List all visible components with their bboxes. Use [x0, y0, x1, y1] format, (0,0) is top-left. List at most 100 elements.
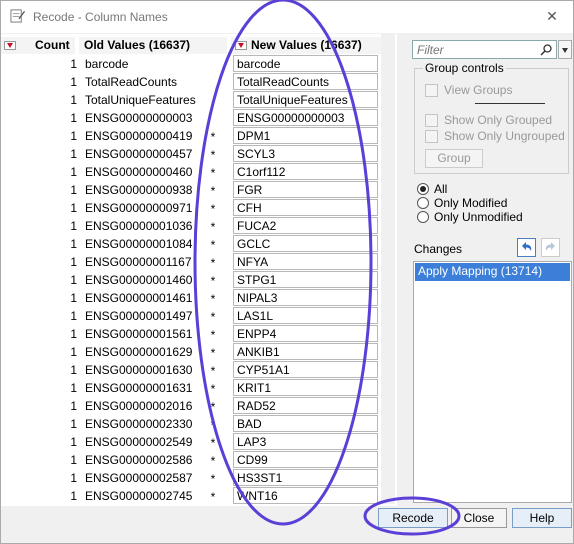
row-new-value-input[interactable]: LAP3 [233, 433, 378, 450]
close-button[interactable]: Close [451, 508, 507, 528]
show-only-grouped-checkbox[interactable]: Show Only Grouped [425, 113, 565, 129]
filter-input[interactable] [413, 41, 533, 58]
table-row[interactable]: 1 ENSG00000001167 * NFYA [1, 253, 381, 271]
row-count: 1 [70, 255, 77, 269]
recode-dialog: Recode - Column Names ✕ Count Old Values… [0, 0, 574, 544]
row-modified-marker: * [210, 346, 216, 360]
table-row[interactable]: 1 ENSG00000001036 * FUCA2 [1, 217, 381, 235]
radio-dot[interactable] [417, 197, 429, 209]
radio-all[interactable]: All [417, 182, 567, 197]
recode-app-icon [10, 9, 25, 23]
table-row[interactable]: 1 ENSG00000000971 * CFH [1, 199, 381, 217]
row-new-value-input[interactable]: TotalReadCounts [233, 73, 378, 90]
row-count: 1 [70, 417, 77, 431]
table-row[interactable]: 1 ENSG00000000003 ENSG00000000003 [1, 109, 381, 127]
table-row[interactable]: 1 TotalUniqueFeatures TotalUniqueFeatures [1, 91, 381, 109]
close-window-button[interactable]: ✕ [543, 7, 561, 25]
row-new-value-input[interactable]: FUCA2 [233, 217, 378, 234]
row-new-value-input[interactable]: HS3ST1 [233, 469, 378, 486]
checkbox-box[interactable] [425, 84, 438, 97]
table-row[interactable]: 1 ENSG00000001497 * LAS1L [1, 307, 381, 325]
table-row[interactable]: 1 ENSG00000002586 * CD99 [1, 451, 381, 469]
row-old-value: ENSG00000000003 [85, 111, 193, 125]
row-count: 1 [70, 453, 77, 467]
row-new-value-input[interactable]: FGR [233, 181, 378, 198]
table-row[interactable]: 1 ENSG00000000938 * FGR [1, 181, 381, 199]
row-new-value-input[interactable]: CYP51A1 [233, 361, 378, 378]
row-modified-marker: * [210, 256, 216, 270]
table-row[interactable]: 1 ENSG00000002016 * RAD52 [1, 397, 381, 415]
table-row[interactable]: 1 ENSG00000001630 * CYP51A1 [1, 361, 381, 379]
show-only-ungrouped-checkbox[interactable]: Show Only Ungrouped [425, 129, 565, 145]
help-button[interactable]: Help [512, 508, 572, 528]
table-row[interactable]: 1 ENSG00000001460 * STPG1 [1, 271, 381, 289]
changes-list-item[interactable]: Apply Mapping (13714) [415, 263, 570, 281]
row-new-value-input[interactable]: WNT16 [233, 487, 378, 504]
checkbox-box[interactable] [425, 130, 438, 143]
table-scrollbar[interactable] [381, 34, 395, 504]
table-row[interactable]: 1 ENSG00000000419 * DPM1 [1, 127, 381, 145]
radio-only-unmodified[interactable]: Only Unmodified [417, 210, 567, 225]
header-old-values: Old Values (16637) [84, 38, 191, 52]
view-groups-checkbox[interactable]: View Groups [425, 83, 565, 99]
row-new-value-input[interactable]: barcode [233, 55, 378, 72]
row-new-value-input[interactable]: CD99 [233, 451, 378, 468]
row-new-value-input[interactable]: RAD52 [233, 397, 378, 414]
filter-field[interactable] [412, 40, 557, 59]
table-row[interactable]: 1 ENSG00000001084 * GCLC [1, 235, 381, 253]
row-modified-marker: * [210, 310, 216, 324]
row-new-value-input[interactable]: GCLC [233, 235, 378, 252]
row-new-value-input[interactable]: ENPP4 [233, 325, 378, 342]
radio-only-unmodified-label: Only Unmodified [434, 210, 523, 224]
row-new-value-input[interactable]: C1orf112 [233, 163, 378, 180]
row-new-value-input[interactable]: CFH [233, 199, 378, 216]
recode-button[interactable]: Recode [378, 508, 448, 528]
row-old-value: ENSG00000002586 [85, 453, 193, 467]
table-row[interactable]: 1 barcode barcode [1, 55, 381, 73]
row-new-value-input[interactable]: DPM1 [233, 127, 378, 144]
table-row[interactable]: 1 ENSG00000001461 * NIPAL3 [1, 289, 381, 307]
row-new-value-input[interactable]: STPG1 [233, 271, 378, 288]
undo-button[interactable] [517, 238, 536, 257]
table-row[interactable]: 1 ENSG00000002587 * HS3ST1 [1, 469, 381, 487]
changes-list[interactable]: Apply Mapping (13714) [413, 261, 572, 503]
row-old-value: TotalReadCounts [85, 75, 178, 89]
search-icon[interactable] [539, 43, 553, 57]
row-new-value-input[interactable]: ANKIB1 [233, 343, 378, 360]
table-row[interactable]: 1 ENSG00000000460 * C1orf112 [1, 163, 381, 181]
row-old-value: ENSG00000000457 [85, 147, 193, 161]
row-modified-marker: * [210, 292, 216, 306]
row-count: 1 [70, 201, 77, 215]
table-row[interactable]: 1 TotalReadCounts TotalReadCounts [1, 73, 381, 91]
table-row[interactable]: 1 ENSG00000002549 * LAP3 [1, 433, 381, 451]
row-new-value-input[interactable]: NIPAL3 [233, 289, 378, 306]
row-modified-marker: * [210, 166, 216, 180]
row-count: 1 [70, 57, 77, 71]
row-new-value-input[interactable]: BAD [233, 415, 378, 432]
view-groups-label: View Groups [444, 83, 513, 97]
row-new-value-input[interactable]: NFYA [233, 253, 378, 270]
table-row[interactable]: 1 ENSG00000001561 * ENPP4 [1, 325, 381, 343]
new-values-dropdown-icon[interactable] [235, 41, 247, 50]
radio-dot[interactable] [417, 211, 429, 223]
row-new-value-input[interactable]: TotalUniqueFeatures [233, 91, 378, 108]
radio-dot[interactable] [417, 183, 429, 195]
row-new-value-input[interactable]: LAS1L [233, 307, 378, 324]
table-options-dropdown-icon[interactable] [4, 41, 16, 50]
row-modified-marker: * [210, 400, 216, 414]
row-new-value-input[interactable]: SCYL3 [233, 145, 378, 162]
row-count: 1 [70, 435, 77, 449]
table-row[interactable]: 1 ENSG00000002330 * BAD [1, 415, 381, 433]
filter-options-dropdown[interactable] [558, 40, 572, 59]
table-row[interactable]: 1 ENSG00000000457 * SCYL3 [1, 145, 381, 163]
radio-only-modified[interactable]: Only Modified [417, 196, 567, 211]
group-button[interactable]: Group [425, 149, 483, 168]
table-row[interactable]: 1 ENSG00000002745 * WNT16 [1, 487, 381, 505]
table-row[interactable]: 1 ENSG00000001631 * KRIT1 [1, 379, 381, 397]
checkbox-box[interactable] [425, 114, 438, 127]
redo-button[interactable] [541, 238, 560, 257]
row-new-value-input[interactable]: ENSG00000000003 [233, 109, 378, 126]
table-row[interactable]: 1 ENSG00000001629 * ANKIB1 [1, 343, 381, 361]
row-old-value: ENSG00000001036 [85, 219, 193, 233]
row-new-value-input[interactable]: KRIT1 [233, 379, 378, 396]
